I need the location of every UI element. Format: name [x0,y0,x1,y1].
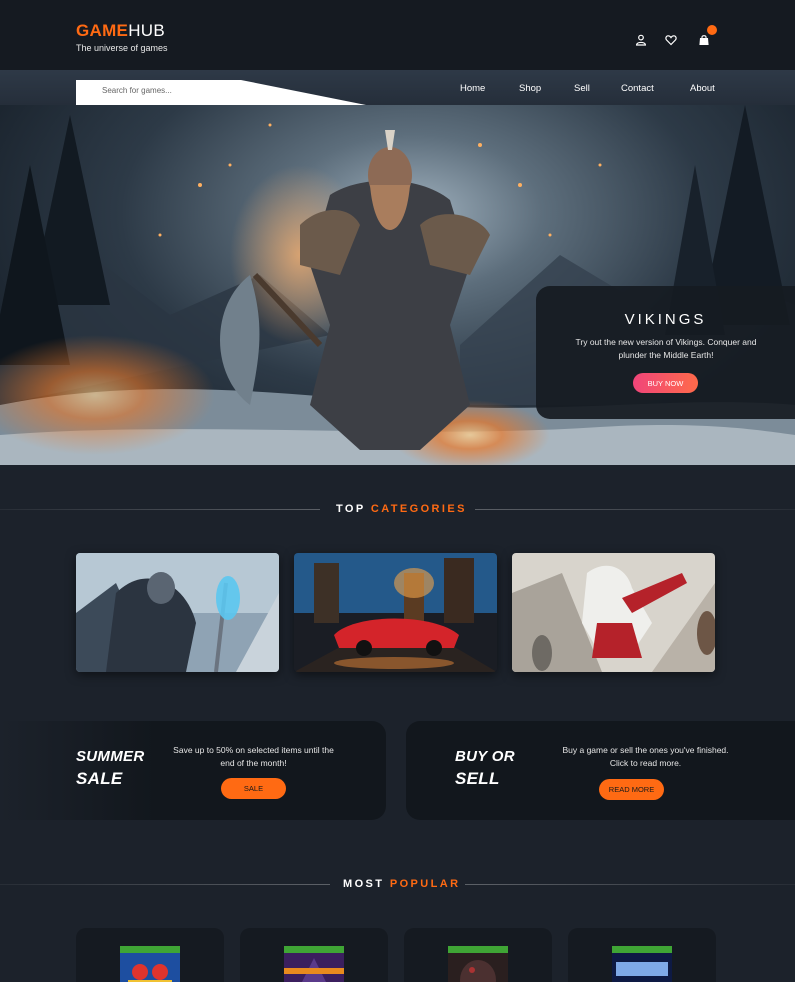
top-categories-title: TOP CATEGORIES [336,503,467,515]
game-cover-art [120,946,180,982]
summer-sale-description: Save up to 50% on selected items until t… [173,745,334,768]
category-card-fantasy[interactable] [76,553,279,672]
heart-icon[interactable] [665,34,677,46]
buy-or-sell-title-line1: BUY OR [455,748,515,765]
buy-or-sell-description: Buy a game or sell the ones you've finis… [562,745,729,768]
tagline: The universe of games [76,43,168,53]
popular-game-card[interactable] [404,928,552,982]
hero-description: Try out the new version of Vikings. Conq… [575,337,757,360]
summer-sale-title-line1: SUMMER [76,748,145,765]
nav-sell[interactable]: Sell [574,83,590,94]
top-categories-title-white: TOP [336,503,366,515]
cart-badge [707,25,717,35]
category-image-fantasy [76,553,279,672]
popular-game-card[interactable] [568,928,716,982]
game-cover-image [120,946,180,982]
game-cover-image [284,946,344,982]
game-cover-image [448,946,508,982]
summer-sale-title: SUMMER SALE [76,746,144,790]
category-image-action [512,553,715,672]
nav-home[interactable]: Home [460,83,485,94]
logo[interactable]: GAMEHUB [76,21,165,41]
most-popular-title-orange: POPULAR [389,878,461,890]
logo-hub: HUB [128,21,165,40]
category-card-action[interactable] [512,553,715,672]
summer-sale-title-line2: SALE [76,769,123,788]
popular-game-card[interactable] [76,928,224,982]
buy-or-sell-title-line2: SELL [455,769,500,788]
category-image-racing [294,553,497,672]
game-cover-image [612,946,672,982]
nav-contact[interactable]: Contact [621,83,654,94]
sale-button[interactable]: SALE [221,778,286,799]
page: GAMEHUB The universe of games Home Shop … [0,0,795,982]
top-categories-title-orange: CATEGORIES [370,503,467,515]
hero-title: VIKINGS [624,311,707,328]
buy-or-sell-title: BUY OR SELL [455,746,515,790]
category-card-racing[interactable] [294,553,497,672]
buy-now-button[interactable]: BUY NOW [633,373,698,393]
popular-game-card[interactable] [240,928,388,982]
search-input[interactable] [102,86,242,95]
nav-shop[interactable]: Shop [519,83,541,94]
most-popular-title-white: MOST [343,878,385,890]
logo-game: GAME [76,21,129,40]
search-box [76,80,366,105]
game-cover-art [612,946,672,982]
read-more-button[interactable]: READ MORE [599,779,664,800]
header: GAMEHUB The universe of games [0,0,795,70]
game-cover-art [284,946,344,982]
shopping-bag-icon[interactable] [698,34,710,46]
nav-about[interactable]: About [690,83,715,94]
game-cover-art [448,946,508,982]
user-icon[interactable] [635,34,647,46]
most-popular-title: MOST POPULAR [343,878,460,890]
promo-card-summer-sale[interactable] [0,721,386,820]
